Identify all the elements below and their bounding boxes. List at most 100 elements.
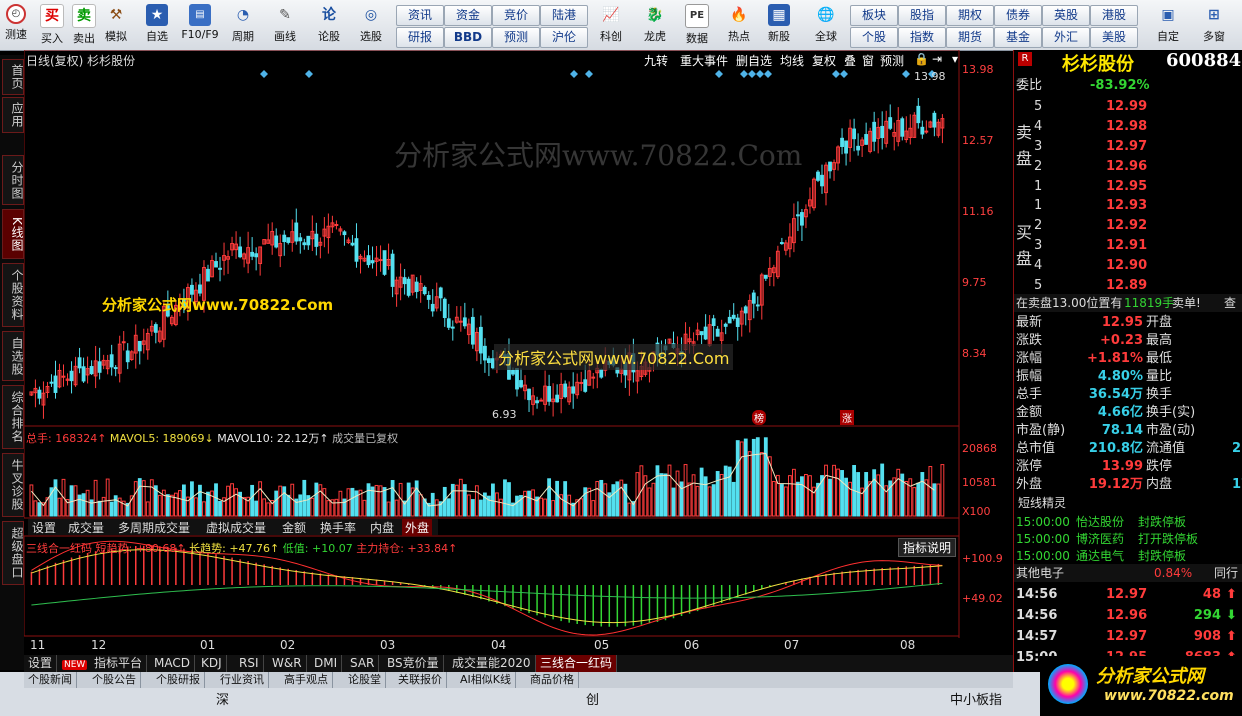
tab-stock-profile[interactable]: 个股资料 xyxy=(2,263,24,327)
index-button[interactable]: 指数 xyxy=(898,27,946,48)
vol-tab-amount[interactable]: 金额 xyxy=(282,519,306,536)
hk-stocks-button[interactable]: 港股 xyxy=(1090,5,1138,26)
hotspot-button[interactable]: 🔥 热点 xyxy=(722,2,756,48)
sme-index[interactable]: 中小板指 xyxy=(950,689,1002,708)
ask-row[interactable]: 1 12.95 xyxy=(1014,178,1242,196)
ind-tab-rsi[interactable]: RSI xyxy=(235,655,264,672)
spirit-row[interactable]: 15:00:00 博济医药 打开跌停板 xyxy=(1014,530,1242,548)
bbd-button[interactable]: BBD xyxy=(444,27,492,48)
options-button[interactable]: 期权 xyxy=(946,5,994,26)
period-button[interactable]: ◔ 周期 xyxy=(226,2,260,48)
customize-button[interactable]: ▣ 自定 xyxy=(1148,2,1188,48)
ask-row[interactable]: 2 12.96 xyxy=(1014,158,1242,176)
sector-row[interactable]: 其他电子 0.84% 同行 xyxy=(1014,564,1242,582)
lock-icon[interactable]: 🔒 xyxy=(914,52,929,66)
tab-intraday[interactable]: 分时图 xyxy=(2,155,24,205)
ask-row[interactable]: 5 12.99 xyxy=(1014,98,1242,116)
predict-button[interactable]: 预测 xyxy=(880,52,904,69)
tab-ranking[interactable]: 综合排名 xyxy=(2,385,24,449)
vol-tab-settings[interactable]: 设置 xyxy=(32,519,56,536)
vol-tab-outer[interactable]: 外盘 xyxy=(402,519,433,536)
chevron-down-icon[interactable]: ▾ xyxy=(952,52,958,66)
spirit-row[interactable]: 15:00:00 通达电气 封跌停板 xyxy=(1014,547,1242,565)
star-market-button[interactable]: 📈 科创 xyxy=(594,2,628,48)
tab-kline[interactable]: K线图 xyxy=(2,209,24,259)
ask-row[interactable]: 3 12.97 xyxy=(1014,138,1242,156)
shenzhen-index[interactable]: 深 xyxy=(216,689,229,708)
link-related-quotes[interactable]: 关联报价 xyxy=(394,672,447,688)
ind-tab-settings[interactable]: 设置 xyxy=(24,655,58,672)
link-ai-kline[interactable]: AI相似K线 xyxy=(456,672,516,688)
ind-tab-three-line[interactable]: 三线合一红码 xyxy=(536,655,618,672)
link-industry-news[interactable]: 行业资讯 xyxy=(216,672,269,688)
ind-tab-wr[interactable]: W&R xyxy=(268,655,307,672)
bid-row[interactable]: 1 12.93 xyxy=(1014,197,1242,215)
bid-row[interactable]: 3 12.91 xyxy=(1014,237,1242,255)
sell-button[interactable]: 卖 卖出 xyxy=(70,2,98,48)
ind-tab-kdj[interactable]: KDJ xyxy=(197,655,227,672)
adjust-button[interactable]: 复权 xyxy=(812,52,836,69)
data-button[interactable]: PE 数据 xyxy=(680,2,714,48)
vol-tab-turnover[interactable]: 换手率 xyxy=(320,519,356,536)
futures-button[interactable]: 期货 xyxy=(946,27,994,48)
tab-home[interactable]: 首页 xyxy=(2,59,24,95)
indicator-help-button[interactable]: 指标说明 xyxy=(898,538,957,557)
multiwindow-button[interactable]: ⊞ 多窗 xyxy=(1194,2,1234,48)
dragon-tiger-button[interactable]: 🐉 龙虎 xyxy=(638,2,672,48)
vol-tab-virtual[interactable]: 虚拟成交量 xyxy=(206,519,266,536)
bid-row[interactable]: 2 12.92 xyxy=(1014,217,1242,235)
forecast-button[interactable]: 预测 xyxy=(492,27,540,48)
moving-average-button[interactable]: 均线 xyxy=(780,52,804,69)
tab-diagnosis[interactable]: 牛叉诊股 xyxy=(2,453,24,517)
f10-button[interactable]: ▤ F10/F9 xyxy=(180,2,220,48)
overlay-button[interactable]: 叠 xyxy=(844,52,856,69)
tab-super-board[interactable]: 超级盘口 xyxy=(2,521,24,585)
vol-tab-volume[interactable]: 成交量 xyxy=(68,519,104,536)
window-button[interactable]: 窗 xyxy=(862,52,874,69)
major-events-button[interactable]: 重大事件 xyxy=(680,52,728,69)
link-discussion[interactable]: 论股堂 xyxy=(344,672,386,688)
link-stock-research[interactable]: 个股研报 xyxy=(152,672,205,688)
tab-apps[interactable]: 应用 xyxy=(2,97,24,133)
sector-button[interactable]: 板块 xyxy=(850,5,898,26)
news-button[interactable]: 资讯 xyxy=(396,5,444,26)
capital-button[interactable]: 资金 xyxy=(444,5,492,26)
search-icon[interactable]: 查 xyxy=(1224,294,1236,312)
buy-button[interactable]: 买 买入 xyxy=(38,2,66,48)
expand-icon[interactable]: ⇥ xyxy=(932,52,942,66)
ind-tab-platform[interactable]: 指标平台 xyxy=(90,655,148,672)
draw-line-button[interactable]: ✎ 画线 xyxy=(268,2,302,48)
link-stock-news[interactable]: 个股新闻 xyxy=(24,672,77,688)
vol-tab-inner[interactable]: 内盘 xyxy=(370,519,394,536)
uk-stocks-button[interactable]: 英股 xyxy=(1042,5,1090,26)
hk-connect-button[interactable]: 陆港 xyxy=(540,5,588,26)
global-button[interactable]: 🌐 全球 xyxy=(806,2,846,48)
forex-button[interactable]: 外汇 xyxy=(1042,27,1090,48)
us-stocks-button[interactable]: 美股 xyxy=(1090,27,1138,48)
research-button[interactable]: 研报 xyxy=(396,27,444,48)
spirit-row[interactable]: 15:00:00 怡达股份 封跌停板 xyxy=(1014,513,1242,531)
link-expert-views[interactable]: 高手观点 xyxy=(280,672,333,688)
discuss-button[interactable]: 论 论股 xyxy=(312,2,346,48)
list-marker[interactable]: 榜 xyxy=(752,410,766,425)
bonds-button[interactable]: 债券 xyxy=(994,5,1042,26)
limit-up-marker[interactable]: 涨 xyxy=(840,410,854,425)
favorites-button[interactable]: ★ 自选 xyxy=(140,2,174,48)
tab-watchlist[interactable]: 自选股 xyxy=(2,331,24,381)
ind-tab-volume-energy[interactable]: 成交量能2020 xyxy=(448,655,536,672)
speedtest-button[interactable]: ◴ 测速 xyxy=(2,2,30,48)
ind-tab-dmi[interactable]: DMI xyxy=(310,655,343,672)
shanghai-london-button[interactable]: 沪伦 xyxy=(540,27,588,48)
stock-select-button[interactable]: ◎ 选股 xyxy=(354,2,388,48)
funds-button[interactable]: 基金 xyxy=(994,27,1042,48)
new-stock-button[interactable]: ▦ 新股 xyxy=(762,2,796,48)
link-stock-announce[interactable]: 个股公告 xyxy=(88,672,141,688)
ind-tab-sar[interactable]: SAR xyxy=(346,655,380,672)
vol-tab-multiperiod[interactable]: 多周期成交量 xyxy=(118,519,190,536)
ind-tab-macd[interactable]: MACD xyxy=(150,655,195,672)
bid-row[interactable]: 5 12.89 xyxy=(1014,277,1242,295)
simulate-button[interactable]: ⚒ 模拟 xyxy=(102,2,130,48)
ask-row[interactable]: 4 12.98 xyxy=(1014,118,1242,136)
kline-chart-area[interactable]: 日线(复权) 杉杉股份 九转 重大事件 删自选 均线 复权 叠 窗 预测 🔒 ⇥… xyxy=(24,50,1013,655)
ind-tab-bs-auction[interactable]: BS竞价量 xyxy=(383,655,444,672)
